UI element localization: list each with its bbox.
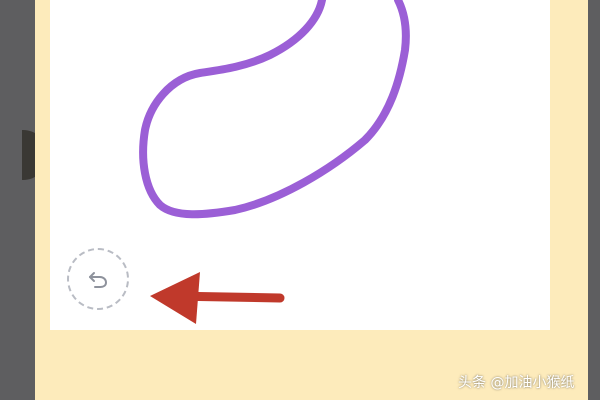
- canvas-overlay: [139, 0, 410, 324]
- watermark-text: 头条 @加油小猴纸: [458, 375, 575, 391]
- undo-icon: [89, 272, 108, 288]
- undo-button[interactable]: [67, 248, 129, 310]
- purple-drawn-stroke: [139, 0, 410, 219]
- arrow-head: [150, 272, 200, 324]
- red-arrow: [150, 272, 285, 324]
